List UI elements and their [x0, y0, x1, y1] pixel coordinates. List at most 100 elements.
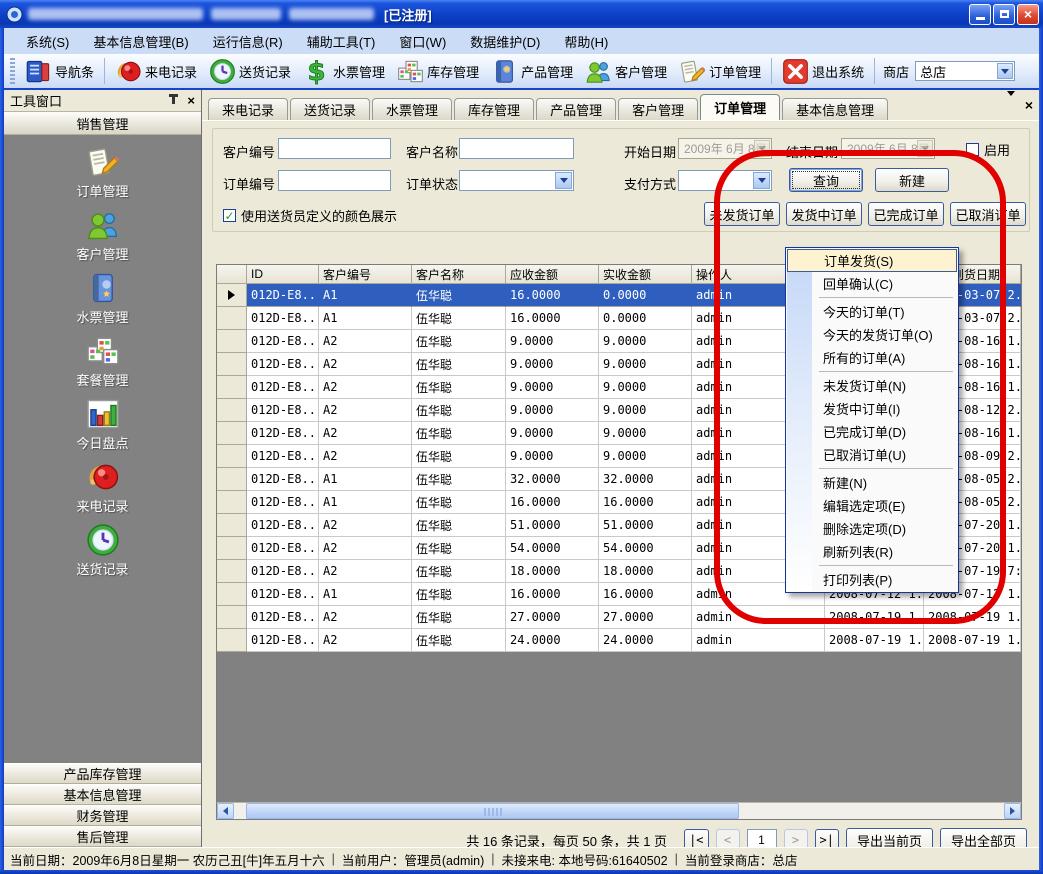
menu-item[interactable]: 刷新列表(R)	[787, 540, 957, 563]
menu-item[interactable]: 删除选定项(D)	[787, 517, 957, 540]
sidebar-group-2[interactable]: 财务管理	[4, 805, 201, 826]
toolbar-button-delivery-log[interactable]: 送货记录	[203, 56, 297, 87]
pin-icon[interactable]	[168, 93, 179, 109]
cancelled-orders-button[interactable]: 已取消订单	[950, 202, 1026, 226]
column-header-receivable[interactable]: 应收金额	[506, 265, 599, 284]
row-selector[interactable]	[217, 376, 247, 399]
customer-code-input[interactable]	[278, 138, 391, 159]
table-row[interactable]: 012D-E8...A2伍华聪24.000024.0000admin2008-0…	[217, 629, 1021, 652]
row-selector[interactable]	[217, 399, 247, 422]
row-selector[interactable]	[217, 560, 247, 583]
sidebar-item-combo-management[interactable]: 套餐管理	[4, 332, 201, 395]
tab-customer[interactable]: 客户管理	[618, 98, 698, 120]
not-shipped-orders-button[interactable]: 未发货订单	[704, 202, 780, 226]
tab-basic-info[interactable]: 基本信息管理	[782, 98, 888, 120]
row-selector[interactable]	[217, 491, 247, 514]
menu-item[interactable]: 打印列表(P)	[787, 568, 957, 591]
row-selector[interactable]	[217, 353, 247, 376]
toolbar-button-order[interactable]: 订单管理	[673, 56, 767, 87]
toolbar-button-product[interactable]: 产品管理	[485, 56, 579, 87]
row-selector[interactable]	[217, 537, 247, 560]
sidebar-group-1[interactable]: 基本信息管理	[4, 784, 201, 805]
sidebar-group-0[interactable]: 产品库存管理	[4, 763, 201, 784]
tab-scroll-down-icon[interactable]	[1007, 96, 1015, 114]
menu-item[interactable]: 新建(N)	[787, 471, 957, 494]
table-row[interactable]: 012D-E8...A2伍华聪27.000027.0000admin2008-0…	[217, 606, 1021, 629]
sidebar-item-delivery-log[interactable]: 送货记录	[4, 521, 201, 584]
tab-inventory[interactable]: 库存管理	[454, 98, 534, 120]
enable-checkbox[interactable]: 启用	[966, 140, 1010, 159]
tab-delivery-log[interactable]: 送货记录	[290, 98, 370, 120]
menu-item[interactable]: 所有的订单(A)	[787, 346, 957, 369]
menu-item[interactable]: 订单发货(S)	[787, 249, 957, 272]
menu-window[interactable]: 窗口(W)	[387, 29, 458, 54]
order-code-input[interactable]	[278, 170, 391, 191]
query-button[interactable]: 查询	[789, 168, 863, 192]
chevron-down-icon[interactable]	[917, 140, 933, 157]
sidebar-item-water-ticket-management[interactable]: 水票管理	[4, 269, 201, 332]
row-selector[interactable]	[217, 422, 247, 445]
sidebar-item-order-management[interactable]: 订单管理	[4, 143, 201, 206]
toolbar-button-inventory[interactable]: 库存管理	[391, 56, 485, 87]
menu-item[interactable]: 今天的订单(T)	[787, 300, 957, 323]
menu-item[interactable]: 今天的发货订单(O)	[787, 323, 957, 346]
menu-help[interactable]: 帮助(H)	[552, 29, 620, 54]
sidebar-group-3[interactable]: 售后管理	[4, 826, 201, 847]
row-selector[interactable]	[217, 307, 247, 330]
row-selector[interactable]	[217, 330, 247, 353]
column-header-received[interactable]: 实收金额	[599, 265, 692, 284]
store-select[interactable]: 总店	[915, 61, 1015, 81]
scroll-right-icon[interactable]	[1004, 803, 1021, 819]
title-bar[interactable]: [已注册] ×	[0, 0, 1043, 28]
toolbar-button-exit[interactable]: 退出系统	[776, 56, 870, 87]
toolbar-button-water-ticket[interactable]: $水票管理	[297, 56, 391, 87]
menu-assist-tools[interactable]: 辅助工具(T)	[295, 29, 388, 54]
toolbar-grip[interactable]	[10, 58, 15, 84]
customer-name-input[interactable]	[459, 138, 574, 159]
driver-color-checkbox[interactable]: ✓使用送货员定义的颜色展示	[223, 206, 397, 225]
row-selector[interactable]	[217, 606, 247, 629]
menu-item[interactable]: 发货中订单(I)	[787, 397, 957, 420]
menu-item[interactable]: 已取消订单(U)	[787, 443, 957, 466]
tab-water-ticket[interactable]: 水票管理	[372, 98, 452, 120]
row-selector[interactable]	[217, 445, 247, 468]
toolbar-button-customer[interactable]: 客户管理	[579, 56, 673, 87]
sidebar-item-today-stocktake[interactable]: 今日盘点	[4, 395, 201, 458]
close-icon[interactable]: ×	[187, 93, 195, 108]
sidebar-item-customer-management[interactable]: 客户管理	[4, 206, 201, 269]
chevron-down-icon[interactable]	[997, 63, 1013, 79]
row-selector[interactable]	[217, 514, 247, 537]
column-header-customer_name[interactable]: 客户名称	[412, 265, 506, 284]
menu-system[interactable]: 系统(S)	[14, 29, 81, 54]
scrollbar-thumb[interactable]	[246, 803, 739, 819]
horizontal-scrollbar[interactable]	[217, 802, 1021, 819]
tab-product[interactable]: 产品管理	[536, 98, 616, 120]
maximize-button[interactable]	[993, 4, 1015, 25]
completed-orders-button[interactable]: 已完成订单	[868, 202, 944, 226]
chevron-down-icon[interactable]	[555, 172, 572, 189]
end-date-picker[interactable]: 2009年 6月 8日	[841, 138, 935, 159]
order-status-select[interactable]	[459, 170, 574, 191]
column-header-customer_code[interactable]: 客户编号	[319, 265, 412, 284]
chevron-down-icon[interactable]	[754, 140, 770, 157]
minimize-button[interactable]	[969, 4, 991, 25]
menu-runtime-info[interactable]: 运行信息(R)	[201, 29, 295, 54]
shipping-orders-button[interactable]: 发货中订单	[786, 202, 862, 226]
toolbar-button-call-log[interactable]: 来电记录	[109, 56, 203, 87]
scroll-left-icon[interactable]	[217, 803, 234, 819]
toolbar-button-nav-bar[interactable]: 导航条	[19, 56, 100, 87]
menu-basic-info-management[interactable]: 基本信息管理(B)	[81, 29, 200, 54]
row-selector[interactable]	[217, 468, 247, 491]
sidebar-item-call-log[interactable]: 来电记录	[4, 458, 201, 521]
close-button[interactable]: ×	[1017, 4, 1039, 25]
menu-data-maintenance[interactable]: 数据维护(D)	[458, 29, 552, 54]
row-selector[interactable]	[217, 583, 247, 606]
sidebar-section-header[interactable]: 销售管理	[4, 112, 201, 135]
menu-item[interactable]: 回单确认(C)	[787, 272, 957, 295]
new-button[interactable]: 新建	[875, 168, 949, 192]
row-selector[interactable]	[217, 629, 247, 652]
row-selector[interactable]	[217, 284, 247, 307]
tab-close-icon[interactable]: ×	[1025, 98, 1033, 112]
tab-call-log[interactable]: 来电记录	[208, 98, 288, 120]
menu-item[interactable]: 已完成订单(D)	[787, 420, 957, 443]
